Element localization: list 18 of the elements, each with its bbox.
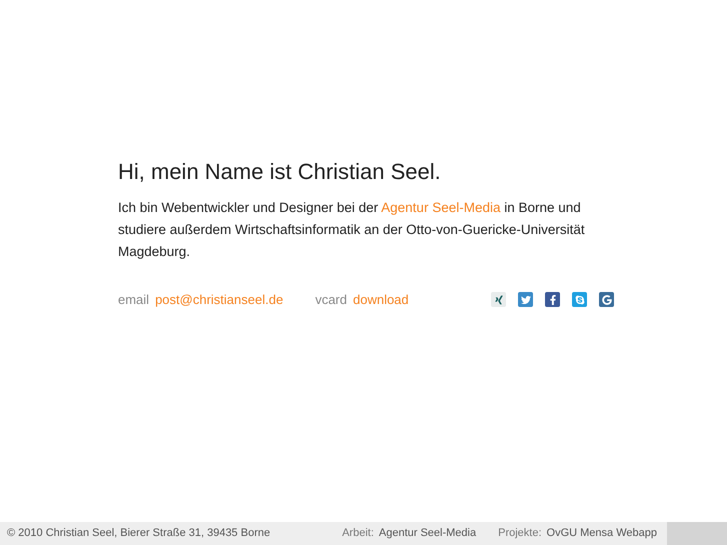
footer-corner-block	[667, 522, 727, 545]
footer-label: Projekte:	[498, 526, 542, 542]
s-letter-icon[interactable]	[572, 292, 587, 308]
g-letter-icon[interactable]	[599, 292, 614, 308]
intro-paragraph: Ich bin Webentwickler und Designer bei der Agentur Seel-Media in Borne und studiere außerdem Wirtschaftsinformatik an der Otto-von-Guericke-Universität Magdeburg.	[118, 199, 586, 261]
heading: Hi, mein Name ist Christian Seel.	[118, 158, 442, 186]
contact-link[interactable]: post@christianseel.de	[155, 290, 284, 310]
contact-label: vcard	[315, 291, 347, 309]
x-mark-icon[interactable]	[491, 292, 506, 308]
footer-label: Arbeit:	[342, 526, 374, 542]
f-letter-icon[interactable]	[545, 292, 560, 308]
bird-icon[interactable]	[518, 292, 533, 308]
footer-link[interactable]: Agentur Seel-Media	[378, 525, 476, 542]
contact-link[interactable]: download	[352, 290, 409, 310]
footer-link[interactable]: OvGU Mensa Webapp	[546, 525, 657, 542]
contact-label: email	[118, 291, 150, 309]
copyright-text: © 2010 Christian Seel, Bierer Straße 31, 39435 Borne	[6, 526, 270, 542]
agency-link[interactable]: Agentur Seel-Media	[381, 200, 500, 215]
